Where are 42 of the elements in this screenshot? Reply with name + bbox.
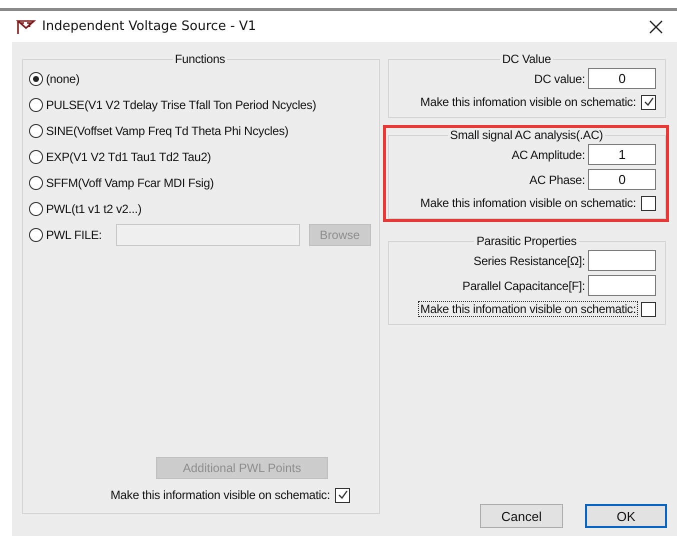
checkbox[interactable] xyxy=(641,94,656,110)
checkbox-label[interactable]: Make this infomation visible on schematic: xyxy=(418,195,638,211)
checkbox-label[interactable]: Make this infomation visible on schematic: xyxy=(418,94,638,110)
file-path-field[interactable] xyxy=(116,224,300,246)
field-label: Parallel Capacitance[F]: xyxy=(462,278,585,292)
field-label: AC Amplitude: xyxy=(512,148,585,162)
close-icon[interactable] xyxy=(649,20,663,34)
group-title: Parasitic Properties xyxy=(475,234,578,248)
group-title: Functions xyxy=(174,52,226,66)
radio-button[interactable] xyxy=(29,228,43,242)
radio-button[interactable] xyxy=(29,176,43,190)
radio-label[interactable]: SINE(Voffset Vamp Freq Td Theta Phi Ncycles) xyxy=(46,124,288,138)
value-field[interactable]: 0 xyxy=(588,169,656,190)
ok-button[interactable]: OK xyxy=(585,504,667,528)
field-label: DC value: xyxy=(534,72,585,86)
radio-button[interactable] xyxy=(29,124,43,138)
radio-button[interactable] xyxy=(29,72,43,86)
app-icon xyxy=(16,18,36,34)
group-title: DC Value xyxy=(501,52,552,66)
field-label: Series Resistance[Ω]: xyxy=(474,254,585,268)
radio-button[interactable] xyxy=(29,202,43,216)
value-field[interactable]: 1 xyxy=(588,144,656,165)
checkbox[interactable] xyxy=(335,488,350,502)
radio-label[interactable]: PWL(t1 v1 t2 v2...) xyxy=(46,202,142,216)
cancel-button[interactable]: Cancel xyxy=(480,504,563,528)
radio-label[interactable]: EXP(V1 V2 Td1 Tau1 Td2 Tau2) xyxy=(46,150,211,164)
checkbox[interactable] xyxy=(641,302,656,316)
radio-label[interactable]: (none) xyxy=(46,72,80,86)
radio-label[interactable]: PULSE(V1 V2 Tdelay Trise Tfall Ton Period Ncycles) xyxy=(46,98,316,112)
window-title: Independent Voltage Source - V1 xyxy=(42,19,258,34)
group-title: Small signal AC analysis(.AC) xyxy=(449,128,604,142)
checkbox[interactable] xyxy=(641,196,656,210)
value-field[interactable] xyxy=(588,275,656,296)
radio-button[interactable] xyxy=(29,150,43,164)
radio-label[interactable]: SFFM(Voff Vamp Fcar MDI Fsig) xyxy=(46,176,214,190)
value-field[interactable]: 0 xyxy=(588,68,656,89)
radio-label[interactable]: PWL FILE: xyxy=(46,228,102,242)
field-label: AC Phase: xyxy=(529,172,585,186)
checkbox-label[interactable]: Make this information visible on schematic: xyxy=(108,487,332,503)
radio-button[interactable] xyxy=(29,98,43,112)
value-field[interactable] xyxy=(588,250,656,271)
checkbox-label[interactable]: Make this infomation visible on schematic: xyxy=(418,301,638,317)
